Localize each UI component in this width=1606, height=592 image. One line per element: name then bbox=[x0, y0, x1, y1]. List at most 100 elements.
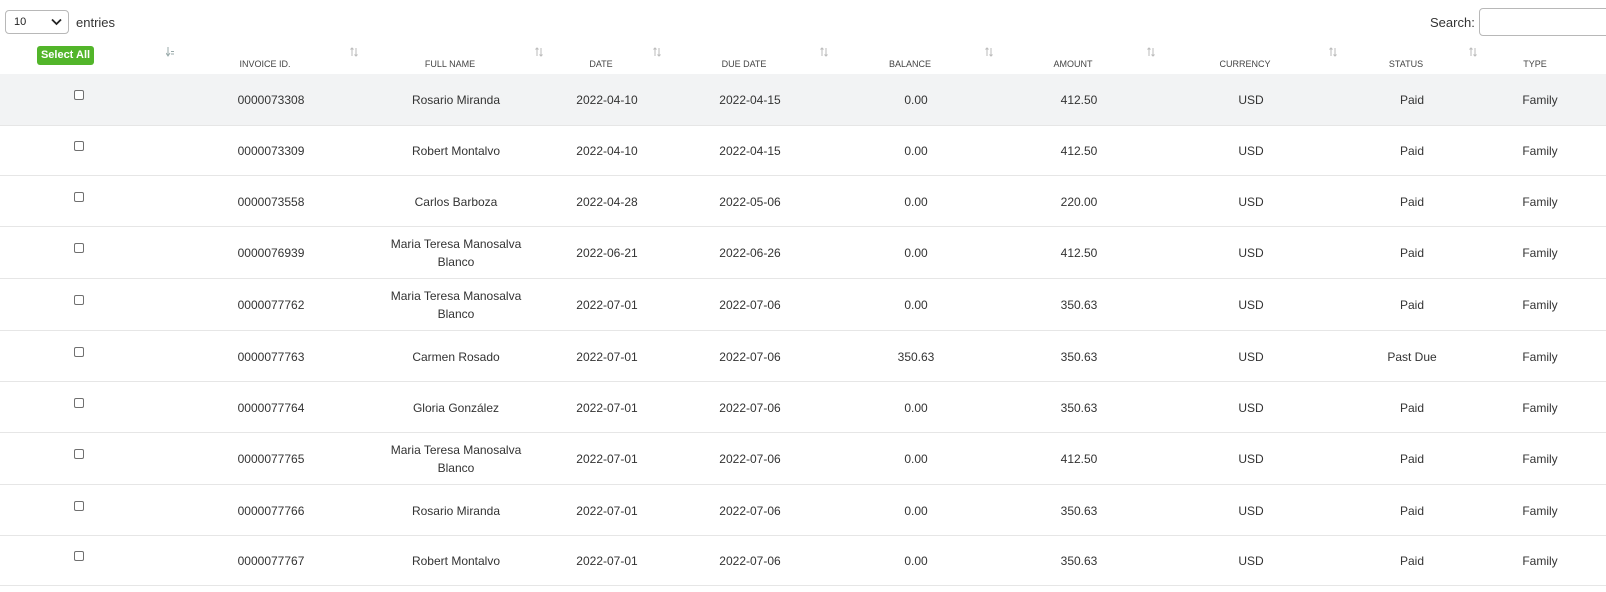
sort-arrows-icon[interactable] bbox=[653, 47, 661, 57]
select-all-button[interactable]: Select All bbox=[37, 46, 94, 65]
row-checkbox[interactable] bbox=[74, 90, 84, 100]
cell-due-date: 2022-07-06 bbox=[719, 452, 781, 466]
cell-date: 2022-06-21 bbox=[576, 246, 638, 260]
row-checkbox[interactable] bbox=[74, 551, 84, 561]
sort-arrows-icon[interactable] bbox=[1147, 47, 1155, 57]
cell-balance: 0.00 bbox=[904, 195, 928, 209]
table-row[interactable]: 0000077764 Gloria González 2022-07-01 2022-… bbox=[0, 382, 1606, 433]
cell-invoice-id[interactable]: 0000077762 bbox=[238, 298, 305, 312]
cell-full-name: Rosario Miranda bbox=[411, 93, 501, 107]
table-row[interactable]: 0000073309 Robert Montalvo 2022-04-10 2022-… bbox=[0, 126, 1606, 176]
row-checkbox[interactable] bbox=[74, 141, 84, 151]
sort-arrows-icon[interactable] bbox=[1469, 47, 1477, 57]
cell-invoice-id[interactable]: 0000076939 bbox=[238, 246, 305, 260]
cell-invoice-id[interactable]: 0000073308 bbox=[238, 93, 305, 107]
cell-date: 2022-07-01 bbox=[576, 350, 638, 364]
cell-full-name: Carlos Barboza bbox=[414, 195, 498, 209]
table-row[interactable]: 0000077766 Rosario Miranda 2022-07-01 2022-… bbox=[0, 485, 1606, 536]
row-checkbox[interactable] bbox=[74, 449, 84, 459]
entries-length-select[interactable]: 10 bbox=[5, 10, 69, 34]
column-header-amount[interactable]: AMOUNT bbox=[1054, 59, 1093, 69]
sort-arrows-icon[interactable] bbox=[820, 47, 828, 57]
cell-amount: 412.50 bbox=[1060, 246, 1098, 260]
row-checkbox[interactable] bbox=[74, 501, 84, 511]
table-row[interactable]: 0000073308 Rosario Miranda 2022-04-10 2022-… bbox=[0, 74, 1606, 126]
cell-amount: 412.50 bbox=[1060, 144, 1098, 158]
table-row[interactable]: 0000077763 Carmen Rosado 2022-07-01 2022-07… bbox=[0, 331, 1606, 382]
sort-arrows-icon[interactable] bbox=[535, 47, 543, 57]
cell-date: 2022-04-28 bbox=[576, 195, 638, 209]
cell-full-name: Robert Montalvo bbox=[411, 144, 501, 158]
cell-date: 2022-07-01 bbox=[576, 298, 638, 312]
cell-due-date: 2022-06-26 bbox=[719, 246, 781, 260]
search-label: Search: bbox=[1430, 15, 1475, 30]
cell-balance: 0.00 bbox=[904, 554, 928, 568]
cell-invoice-id[interactable]: 0000077764 bbox=[238, 401, 305, 415]
cell-status: Past Due bbox=[1387, 350, 1437, 364]
chevron-down-icon bbox=[51, 18, 62, 26]
table-row[interactable]: 0000076939 Maria Teresa Manosalva Blanco 2… bbox=[0, 227, 1606, 279]
cell-balance: 0.00 bbox=[904, 401, 928, 415]
sort-arrows-icon[interactable] bbox=[1329, 47, 1337, 57]
cell-balance: 0.00 bbox=[904, 504, 928, 518]
cell-type: Family bbox=[1522, 195, 1558, 209]
cell-full-name: Robert Montalvo bbox=[411, 554, 501, 568]
cell-due-date: 2022-04-15 bbox=[719, 144, 781, 158]
row-checkbox[interactable] bbox=[74, 347, 84, 357]
table-row[interactable]: 0000077767 Robert Montalvo 2022-07-01 2022-… bbox=[0, 536, 1606, 586]
column-header-due-date[interactable]: DUE DATE bbox=[722, 59, 767, 69]
cell-due-date: 2022-07-06 bbox=[719, 554, 781, 568]
cell-status: Paid bbox=[1399, 298, 1425, 312]
column-header-currency[interactable]: CURRENCY bbox=[1219, 59, 1270, 69]
cell-date: 2022-07-01 bbox=[576, 554, 638, 568]
cell-date: 2022-07-01 bbox=[576, 452, 638, 466]
column-header-balance[interactable]: BALANCE bbox=[889, 59, 931, 69]
cell-amount: 412.50 bbox=[1060, 93, 1098, 107]
cell-invoice-id[interactable]: 0000077763 bbox=[238, 350, 305, 364]
table-row[interactable]: 0000073558 Carlos Barboza 2022-04-28 2022-0… bbox=[0, 176, 1606, 227]
row-checkbox[interactable] bbox=[74, 398, 84, 408]
row-checkbox[interactable] bbox=[74, 243, 84, 253]
row-checkbox[interactable] bbox=[74, 295, 84, 305]
cell-balance: 0.00 bbox=[904, 246, 928, 260]
cell-due-date: 2022-07-06 bbox=[719, 350, 781, 364]
cell-currency: USD bbox=[1238, 350, 1264, 364]
search-input[interactable] bbox=[1479, 8, 1606, 36]
cell-currency: USD bbox=[1238, 401, 1264, 415]
cell-invoice-id[interactable]: 0000073558 bbox=[238, 195, 305, 209]
cell-full-name: Carmen Rosado bbox=[412, 350, 500, 364]
cell-type: Family bbox=[1522, 554, 1558, 568]
cell-type: Family bbox=[1522, 350, 1558, 364]
table-controls: 10 entries Search: bbox=[0, 0, 1606, 44]
table-row[interactable]: 0000077765 Maria Teresa Manosalva Blanco 2… bbox=[0, 433, 1606, 485]
column-header-type[interactable]: TYPE bbox=[1523, 59, 1547, 69]
cell-currency: USD bbox=[1238, 246, 1264, 260]
cell-full-name: Gloria González bbox=[412, 401, 500, 415]
cell-currency: USD bbox=[1238, 298, 1264, 312]
cell-invoice-id[interactable]: 0000073309 bbox=[238, 144, 305, 158]
sort-arrows-icon[interactable] bbox=[350, 47, 358, 57]
cell-full-name: Maria Teresa Manosalva Blanco bbox=[390, 237, 522, 269]
cell-type: Family bbox=[1522, 93, 1558, 107]
column-header-full-name[interactable]: FULL NAME bbox=[425, 59, 475, 69]
column-header-status[interactable]: STATUS bbox=[1389, 59, 1423, 69]
row-checkbox[interactable] bbox=[74, 192, 84, 202]
cell-amount: 350.63 bbox=[1060, 554, 1098, 568]
cell-full-name: Maria Teresa Manosalva Blanco bbox=[390, 443, 522, 475]
entries-length-value: 10 bbox=[14, 16, 27, 28]
column-header-date[interactable]: DATE bbox=[589, 59, 612, 69]
table-row[interactable]: 0000077762 Maria Teresa Manosalva Blanco 2… bbox=[0, 279, 1606, 331]
cell-status: Paid bbox=[1399, 554, 1425, 568]
cell-balance: 0.00 bbox=[904, 298, 928, 312]
column-header-invoice-id[interactable]: INVOICE ID. bbox=[239, 59, 290, 69]
cell-balance: 0.00 bbox=[904, 144, 928, 158]
sort-arrows-icon[interactable] bbox=[166, 47, 174, 57]
cell-invoice-id[interactable]: 0000077766 bbox=[238, 504, 305, 518]
cell-currency: USD bbox=[1238, 504, 1264, 518]
sort-arrows-icon[interactable] bbox=[985, 47, 993, 57]
cell-amount: 350.63 bbox=[1060, 298, 1098, 312]
cell-invoice-id[interactable]: 0000077767 bbox=[238, 554, 305, 568]
cell-date: 2022-04-10 bbox=[576, 93, 638, 107]
cell-invoice-id[interactable]: 0000077765 bbox=[238, 452, 305, 466]
cell-status: Paid bbox=[1399, 452, 1425, 466]
